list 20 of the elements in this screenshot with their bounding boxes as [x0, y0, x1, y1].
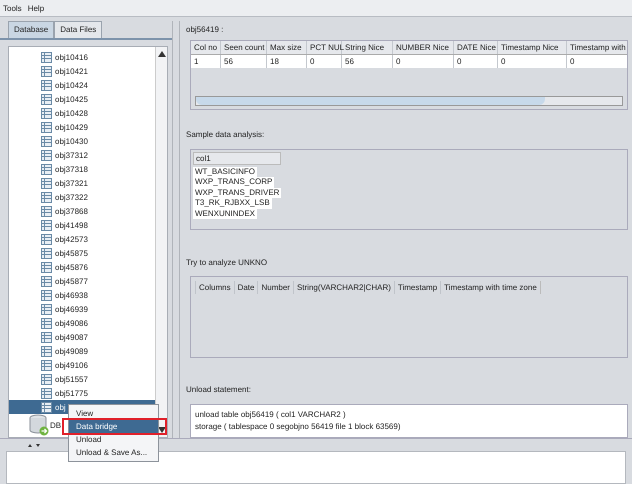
object-title: obj56419 :: [186, 25, 224, 34]
table-cell: 56: [342, 55, 393, 68]
section-label: Try to analyze UNKNO: [186, 258, 268, 268]
list-value: WXP_TRANS_DRIVER: [193, 188, 282, 198]
list-value: WXP_TRANS_CORP: [193, 177, 274, 188]
table-cell: 0: [454, 55, 498, 68]
statement-line: storage ( tablespace 0 segobjno 56419 file 1 block 63569): [195, 421, 402, 434]
table-cell: 18: [267, 55, 307, 68]
table-cell: 0: [393, 55, 454, 68]
section-label: Unload statement:: [186, 385, 252, 394]
list-value: T3_RK_RJBXX_LSB: [193, 198, 272, 209]
table-cell: 0: [498, 55, 567, 68]
list-value: WT_BASICINFO: [193, 166, 258, 178]
table-cell: 0: [307, 55, 342, 68]
table-cell-text: 0: [569, 56, 576, 68]
table-cell: 56: [221, 55, 267, 68]
list-value: WENXUNINDEX: [193, 208, 258, 220]
statement-line: unload table obj56419 ( col1 VARCHAR2 ): [195, 409, 347, 422]
table-cell: 1: [191, 55, 221, 68]
section-label: Sample data analysis:: [186, 130, 266, 139]
